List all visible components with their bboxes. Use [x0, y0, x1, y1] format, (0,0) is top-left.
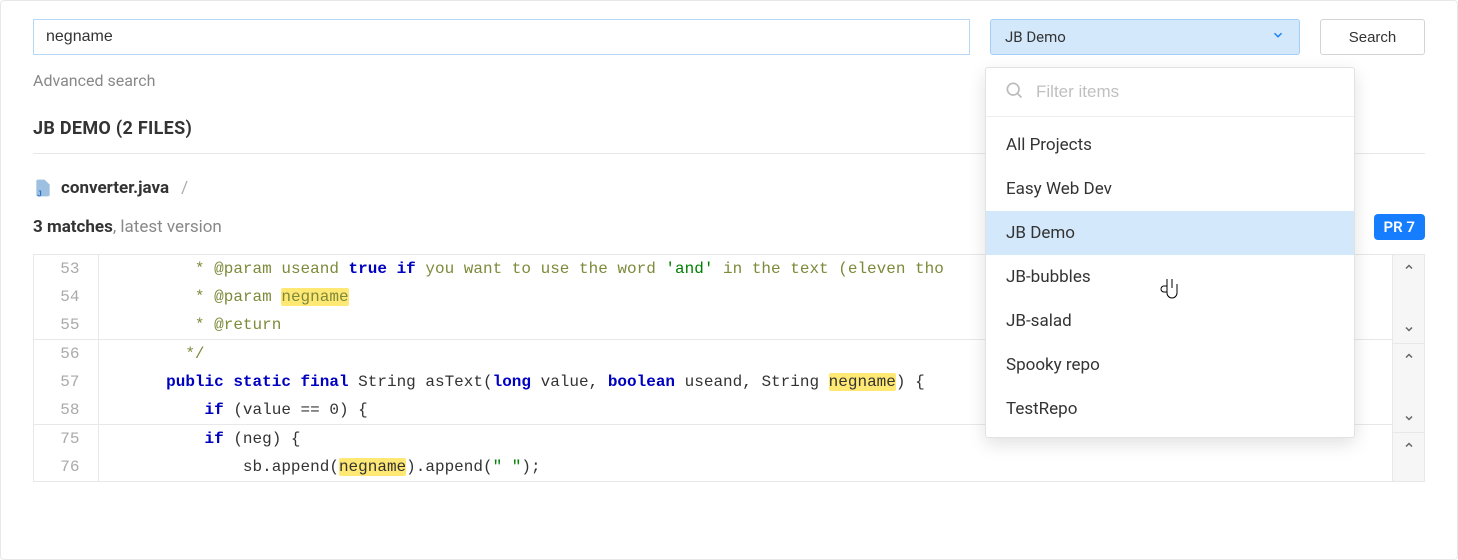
scroll-up-icon[interactable] [1393, 348, 1424, 366]
dropdown-item-all-projects[interactable]: All Projects [986, 123, 1354, 167]
line-number: 76 [34, 453, 98, 481]
matches-count: 3 matches [33, 217, 113, 237]
line-number: 56 [34, 340, 98, 369]
matches-info: 3 matches, latest version [33, 217, 222, 237]
dropdown-item-jb-demo[interactable]: JB Demo [986, 211, 1354, 255]
dropdown-filter-input[interactable] [1036, 82, 1336, 102]
project-selector[interactable]: JB Demo [990, 19, 1300, 55]
search-highlight: negname [281, 288, 348, 306]
line-number: 57 [34, 368, 98, 396]
dropdown-item-jb-bubbles[interactable]: JB-bubbles [986, 255, 1354, 299]
project-selector-label: JB Demo [1005, 28, 1066, 46]
search-icon [1004, 80, 1024, 104]
file-name[interactable]: converter.java [61, 178, 169, 198]
scroll-up-icon[interactable] [1393, 259, 1424, 277]
line-number: 54 [34, 283, 98, 311]
line-number: 75 [34, 425, 98, 454]
scroll-up-icon[interactable] [1393, 437, 1424, 455]
dropdown-item-jb-salad[interactable]: JB-salad [986, 299, 1354, 343]
chevron-down-icon [1271, 28, 1285, 46]
line-number: 55 [34, 311, 98, 340]
matches-note: , latest version [113, 217, 222, 237]
line-number: 58 [34, 396, 98, 425]
line-number: 53 [34, 255, 98, 283]
dropdown-item-spooky-repo[interactable]: Spooky repo [986, 343, 1354, 387]
path-separator: / [181, 178, 188, 198]
scroll-down-icon[interactable] [1393, 321, 1424, 339]
code-scroll-gutter [1392, 255, 1424, 481]
scroll-down-icon[interactable] [1393, 410, 1424, 428]
dropdown-item-testrepo[interactable]: TestRepo [986, 387, 1354, 431]
search-input[interactable] [33, 19, 970, 55]
project-selector-dropdown: All Projects Easy Web Dev JB Demo JB-bub… [985, 67, 1355, 438]
pr-badge[interactable]: PR 7 [1374, 214, 1425, 240]
search-highlight: negname [829, 373, 896, 391]
java-file-icon: J [33, 178, 53, 198]
svg-text:J: J [37, 188, 42, 198]
advanced-search-link[interactable]: Advanced search [33, 71, 155, 90]
search-highlight: negname [339, 458, 406, 476]
search-button[interactable]: Search [1320, 19, 1425, 55]
dropdown-item-easy-web-dev[interactable]: Easy Web Dev [986, 167, 1354, 211]
code-line: 76 sb.append(negname).append(" "); [34, 453, 1392, 481]
